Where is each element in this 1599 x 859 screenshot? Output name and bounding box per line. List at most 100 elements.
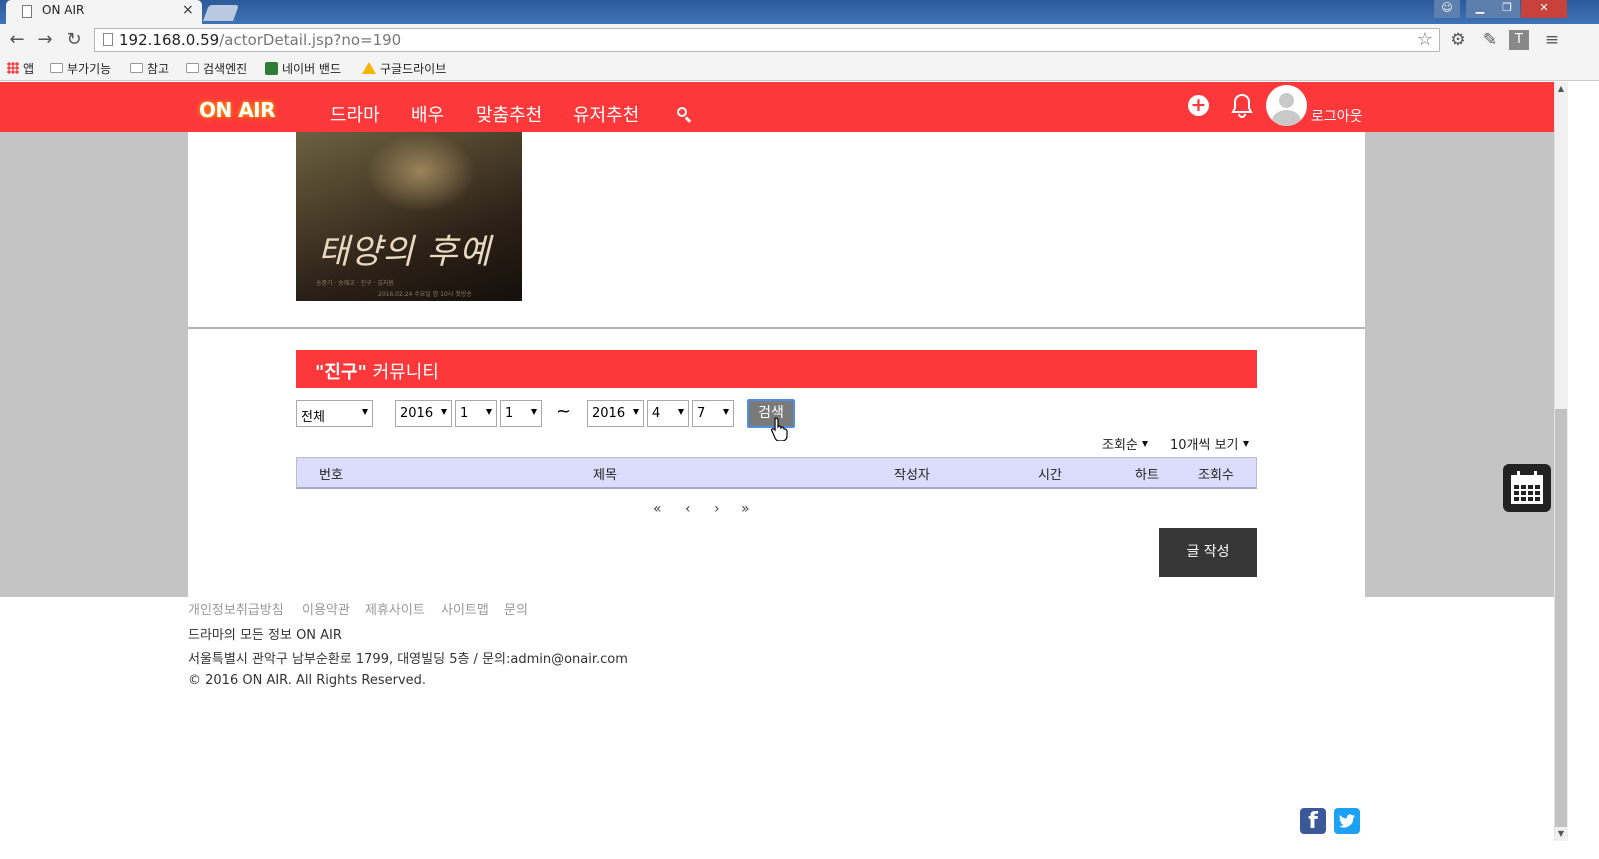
calendar-icon[interactable]	[1503, 464, 1551, 512]
minimize-button[interactable]: ▁	[1466, 0, 1494, 18]
column-time: 시간	[1038, 468, 1062, 483]
browser-titlebar	[0, 0, 1599, 24]
new-tab-button[interactable]	[203, 5, 239, 21]
tab-title: ON AIR	[42, 3, 85, 17]
browser-tab[interactable]: ON AIR ×	[6, 0, 202, 24]
back-arrow-icon[interactable]: ←	[5, 28, 29, 52]
menu-icon[interactable]: ≡	[1540, 28, 1564, 52]
search-icon[interactable]	[676, 106, 692, 123]
write-post-button[interactable]: 글 작성	[1159, 528, 1257, 577]
column-hearts: 하트	[1135, 468, 1159, 483]
page-size-label: 10개씩 보기	[1170, 438, 1239, 453]
scrollbar-thumb[interactable]	[1555, 409, 1567, 827]
address-bar[interactable]: 192.168.0.59/actorDetail.jsp?no=190 ☆	[94, 28, 1440, 52]
page-icon	[103, 33, 113, 46]
from-month-select[interactable]: 1	[455, 400, 497, 427]
chevron-down-icon	[723, 409, 729, 415]
sort-label: 조회순	[1102, 438, 1138, 453]
poster-credits: 송중기 · 송혜교 · 진구 · 김지원	[316, 280, 394, 287]
bookmark-google-drive[interactable]: 구글드라이브	[362, 59, 446, 77]
chevron-down-icon	[1242, 440, 1249, 447]
community-header: "진구" 커뮤니티	[296, 350, 1257, 388]
bookmark-folder[interactable]: 검색엔진	[186, 59, 247, 77]
bookmark-folder[interactable]: 참고	[130, 59, 169, 77]
bookmark-folder[interactable]: 부가기능	[50, 59, 111, 77]
footer-link-partners[interactable]: 제휴사이트	[365, 599, 425, 618]
nav-custom-recommend[interactable]: 맞춤추천	[476, 101, 542, 127]
add-icon[interactable]: +	[1188, 95, 1209, 116]
select-value: 전체	[301, 410, 325, 425]
bookmark-apps[interactable]: 앱	[7, 59, 34, 77]
to-year-select[interactable]: 2016	[587, 400, 644, 427]
forward-arrow-icon[interactable]: →	[33, 28, 57, 52]
restore-button[interactable]: ❐	[1494, 0, 1520, 18]
community-title: "진구" 커뮤니티	[315, 358, 439, 384]
column-number: 번호	[319, 468, 343, 483]
range-tilde: ~	[556, 401, 572, 422]
bookmark-naver-band[interactable]: 네이버 밴드	[265, 59, 341, 77]
footer-copyright: © 2016 ON AIR. All Rights Reserved.	[188, 673, 427, 688]
bookmark-label: 앱	[23, 61, 35, 76]
column-views: 조회수	[1198, 468, 1234, 483]
last-page-button[interactable]: »	[741, 501, 750, 517]
footer-tagline: 드라마의 모든 정보 ON AIR	[188, 628, 342, 643]
nav-drama[interactable]: 드라마	[330, 101, 380, 127]
extension-pen-icon[interactable]: ✎	[1478, 28, 1502, 52]
settings-gear-icon[interactable]: ⚙	[1446, 28, 1470, 52]
footer-link-terms[interactable]: 이용약관	[302, 599, 350, 618]
to-month-select[interactable]: 4	[647, 400, 689, 427]
profile-window-icon[interactable]: ☺	[1434, 0, 1460, 18]
facebook-icon[interactable]: f	[1300, 808, 1326, 834]
select-value: 1	[505, 406, 514, 421]
prev-page-button[interactable]: ‹	[685, 501, 691, 517]
site-logo[interactable]: ON AIR	[190, 93, 284, 129]
twitter-icon[interactable]	[1334, 808, 1360, 834]
extension-t-icon[interactable]: T	[1509, 30, 1529, 50]
select-value: 2016	[400, 406, 434, 421]
nav-user-recommend[interactable]: 유저추천	[573, 101, 639, 127]
bookmark-label: 구글드라이브	[380, 61, 447, 76]
logo-text: ON AIR	[198, 98, 276, 122]
url-text: 192.168.0.59/actorDetail.jsp?no=190	[119, 31, 401, 49]
next-page-button[interactable]: ›	[714, 501, 720, 517]
bookmark-label: 네이버 밴드	[282, 61, 342, 76]
section-divider	[188, 327, 1365, 329]
folder-icon	[50, 63, 63, 73]
logout-link[interactable]: 로그아웃	[1311, 106, 1363, 126]
sort-select[interactable]: 조회순	[1102, 434, 1148, 453]
select-value: 4	[652, 406, 661, 421]
footer-link-privacy[interactable]: 개인정보취급방침	[188, 599, 284, 618]
chevron-down-icon	[362, 409, 368, 415]
close-window-button[interactable]: ✕	[1521, 0, 1567, 18]
url-host: 192.168.0.59	[119, 31, 220, 49]
footer-link-sitemap[interactable]: 사이트맵	[441, 599, 489, 618]
first-page-button[interactable]: «	[653, 501, 662, 517]
footer-link-contact[interactable]: 문의	[504, 599, 528, 618]
google-drive-icon	[362, 62, 376, 74]
chevron-down-icon	[441, 409, 447, 415]
page-size-select[interactable]: 10개씩 보기	[1170, 434, 1249, 453]
community-actor-name: "진구"	[315, 362, 367, 383]
category-select[interactable]: 전체	[296, 400, 373, 427]
url-path: /actorDetail.jsp?no=190	[219, 31, 402, 49]
bell-icon[interactable]	[1230, 93, 1254, 119]
folder-icon	[186, 63, 199, 73]
reload-icon[interactable]: ↻	[62, 28, 86, 52]
bookmark-star-icon[interactable]: ☆	[1417, 29, 1433, 50]
band-icon	[265, 61, 278, 75]
select-value: 1	[460, 406, 469, 421]
chevron-down-icon	[486, 409, 492, 415]
footer-address: 서울특별시 관악구 남부순환로 1799, 대영빌딩 5층 / 문의:admin…	[188, 652, 628, 667]
scroll-down-arrow-icon[interactable]: ▼	[1554, 829, 1568, 838]
from-day-select[interactable]: 1	[500, 400, 542, 427]
nav-actor[interactable]: 배우	[411, 101, 444, 127]
poster-title: 태양의 후예	[318, 232, 492, 272]
scroll-up-arrow-icon[interactable]: ▲	[1554, 84, 1568, 93]
select-value: 7	[697, 406, 706, 421]
drama-poster: 태양의 후예 송중기 · 송혜교 · 진구 · 김지원 2016.02.24 수…	[296, 132, 522, 301]
from-year-select[interactable]: 2016	[395, 400, 452, 427]
tab-close-icon[interactable]: ×	[182, 2, 194, 18]
avatar[interactable]	[1266, 85, 1307, 126]
to-day-select[interactable]: 7	[692, 400, 734, 427]
posts-table-header	[296, 457, 1257, 489]
